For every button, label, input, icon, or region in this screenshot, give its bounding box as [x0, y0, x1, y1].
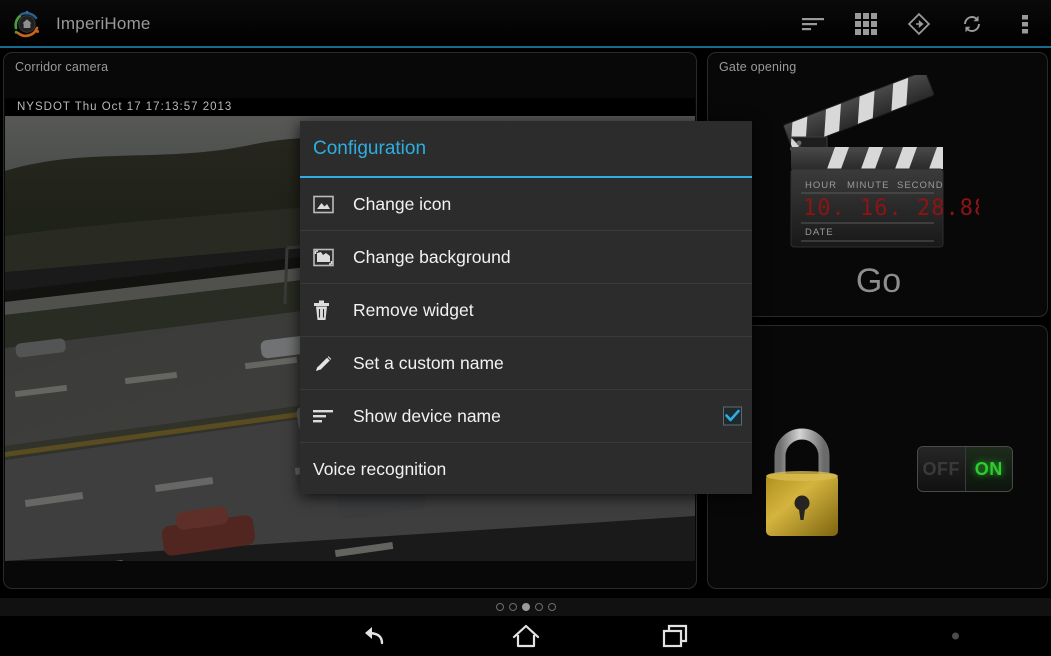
camera-timestamp-overlay: NYSDOT Thu Oct 17 17:13:57 2013 [5, 98, 695, 116]
menu-item-change-background[interactable]: Change background [300, 231, 752, 284]
menu-item-label: Change icon [353, 194, 451, 215]
nav-status-dot [952, 633, 959, 640]
action-bar: ImperiHome [0, 0, 1051, 47]
recents-icon[interactable] [641, 616, 711, 656]
action-bar-actions [786, 0, 1051, 47]
android-navigation-bar [0, 616, 1051, 656]
show-device-name-checkbox[interactable] [723, 407, 742, 426]
gate-action-label[interactable]: Go [856, 262, 901, 301]
menu-item-voice-recognition[interactable]: Voice recognition [300, 443, 752, 496]
grid-view-icon[interactable] [839, 0, 892, 47]
svg-text:10. 16. 28.88: 10. 16. 28.88 [803, 196, 979, 221]
context-menu-header: Configuration [300, 121, 752, 178]
widget-lock[interactable]: ock [707, 325, 1048, 589]
action-bar-accent-line [0, 46, 1051, 48]
padlock-icon [756, 418, 848, 547]
page-dot-active[interactable] [522, 603, 530, 611]
menu-item-label: Show device name [353, 406, 501, 427]
widget-gate-body: HOUR MINUTE SECOND 10. 16. 28.88 DATE Go [708, 71, 1048, 317]
menu-item-label: Voice recognition [313, 459, 446, 480]
location-icon[interactable] [892, 0, 945, 47]
pencil-icon [313, 351, 344, 375]
svg-text:MINUTE: MINUTE [847, 180, 889, 191]
imperihome-house-logo-icon [12, 9, 42, 39]
menu-item-change-icon[interactable]: Change icon [300, 178, 752, 231]
context-menu-title: Configuration [313, 138, 426, 160]
widget-gate[interactable]: Gate opening [707, 52, 1048, 317]
menu-item-set-custom-name[interactable]: Set a custom name [300, 337, 752, 390]
clapperboard-icon: HOUR MINUTE SECOND 10. 16. 28.88 DATE [779, 75, 979, 260]
page-dot[interactable] [535, 603, 543, 611]
trash-icon [313, 298, 344, 322]
page-indicator[interactable] [0, 598, 1051, 616]
menu-item-remove-widget[interactable]: Remove widget [300, 284, 752, 337]
menu-item-label: Remove widget [353, 300, 474, 321]
lock-toggle-switch[interactable]: OFF ON [917, 446, 1013, 492]
menu-item-show-device-name[interactable]: Show device name [300, 390, 752, 443]
toggle-on-label[interactable]: ON [966, 447, 1013, 491]
menu-item-label: Change background [353, 247, 511, 268]
widget-lock-body: OFF ON [708, 326, 1048, 589]
list-view-icon[interactable] [786, 0, 839, 47]
overflow-menu-icon[interactable] [998, 0, 1051, 47]
widget-camera-title: Corridor camera [15, 60, 108, 74]
page-dot[interactable] [496, 603, 504, 611]
svg-text:DATE: DATE [805, 227, 834, 238]
refresh-icon[interactable] [945, 0, 998, 47]
home-icon[interactable] [491, 616, 561, 656]
image-icon [313, 192, 344, 216]
app-title: ImperiHome [56, 14, 151, 34]
svg-text:SECOND: SECOND [897, 180, 944, 191]
page-dot[interactable] [509, 603, 517, 611]
toggle-off-label[interactable]: OFF [918, 447, 966, 491]
lines-icon [313, 404, 344, 428]
page-dot[interactable] [548, 603, 556, 611]
wallpaper-icon [313, 245, 344, 269]
context-menu-configuration[interactable]: Configuration Change icon Change bac [300, 121, 752, 494]
widget-gate-title: Gate opening [719, 60, 796, 74]
imperihome-app-screen: ImperiHome [0, 0, 1051, 656]
back-icon[interactable] [341, 616, 411, 656]
svg-text:HOUR: HOUR [805, 180, 837, 191]
menu-item-label: Set a custom name [353, 353, 504, 374]
